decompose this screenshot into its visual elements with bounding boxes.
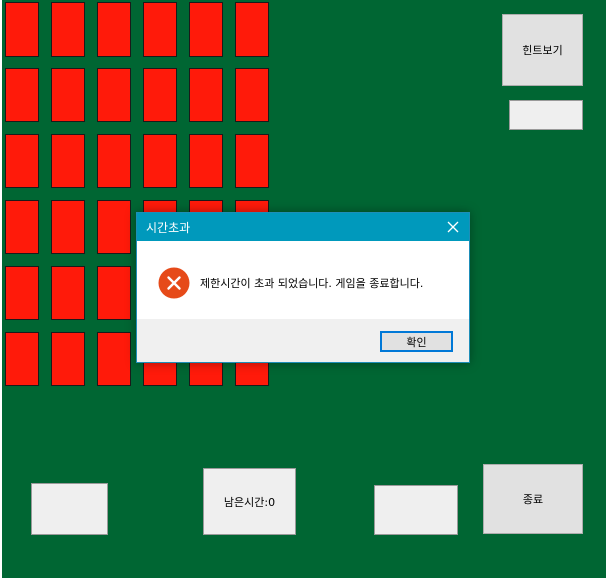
card[interactable] (97, 200, 131, 254)
time-remaining-box: 남은시간:0 (203, 468, 296, 535)
dialog-title: 시간초과 (146, 221, 191, 235)
dialog-titlebar: 시간초과 (137, 213, 469, 241)
card[interactable] (143, 2, 177, 57)
dialog-message: 제한시간이 초과 되었습니다. 게임을 종료합니다. (200, 277, 424, 290)
card[interactable] (97, 2, 131, 57)
time-over-dialog: 시간초과 제한시간이 초과 되었습니다. 게임을 종료합니다. 확인 (136, 212, 470, 363)
card[interactable] (189, 2, 223, 57)
card[interactable] (143, 134, 177, 188)
close-icon (447, 221, 459, 233)
error-icon (158, 267, 190, 299)
card[interactable] (51, 332, 85, 386)
card[interactable] (189, 134, 223, 188)
card[interactable] (51, 68, 85, 122)
card[interactable] (143, 68, 177, 122)
card[interactable] (97, 68, 131, 122)
card[interactable] (97, 134, 131, 188)
card[interactable] (51, 200, 85, 254)
quit-button[interactable]: 종료 (483, 464, 583, 534)
ok-button[interactable]: 확인 (380, 331, 453, 352)
card[interactable] (51, 266, 85, 320)
card[interactable] (5, 68, 39, 122)
card[interactable] (5, 134, 39, 188)
card[interactable] (235, 134, 269, 188)
card[interactable] (5, 2, 39, 57)
card[interactable] (5, 266, 39, 320)
close-button[interactable] (437, 213, 469, 241)
card[interactable] (97, 332, 131, 386)
left-status-box (31, 483, 108, 535)
dialog-body: 제한시간이 초과 되었습니다. 게임을 종료합니다. (137, 241, 469, 319)
card[interactable] (51, 134, 85, 188)
card[interactable] (235, 68, 269, 122)
card[interactable] (5, 332, 39, 386)
hint-display-box (509, 100, 583, 130)
card[interactable] (189, 68, 223, 122)
card[interactable] (97, 266, 131, 320)
card[interactable] (235, 2, 269, 57)
hint-button[interactable]: 힌트보기 (502, 14, 583, 86)
right-status-box (374, 485, 458, 535)
card[interactable] (51, 2, 85, 57)
card[interactable] (5, 200, 39, 254)
dialog-footer: 확인 (137, 319, 469, 362)
